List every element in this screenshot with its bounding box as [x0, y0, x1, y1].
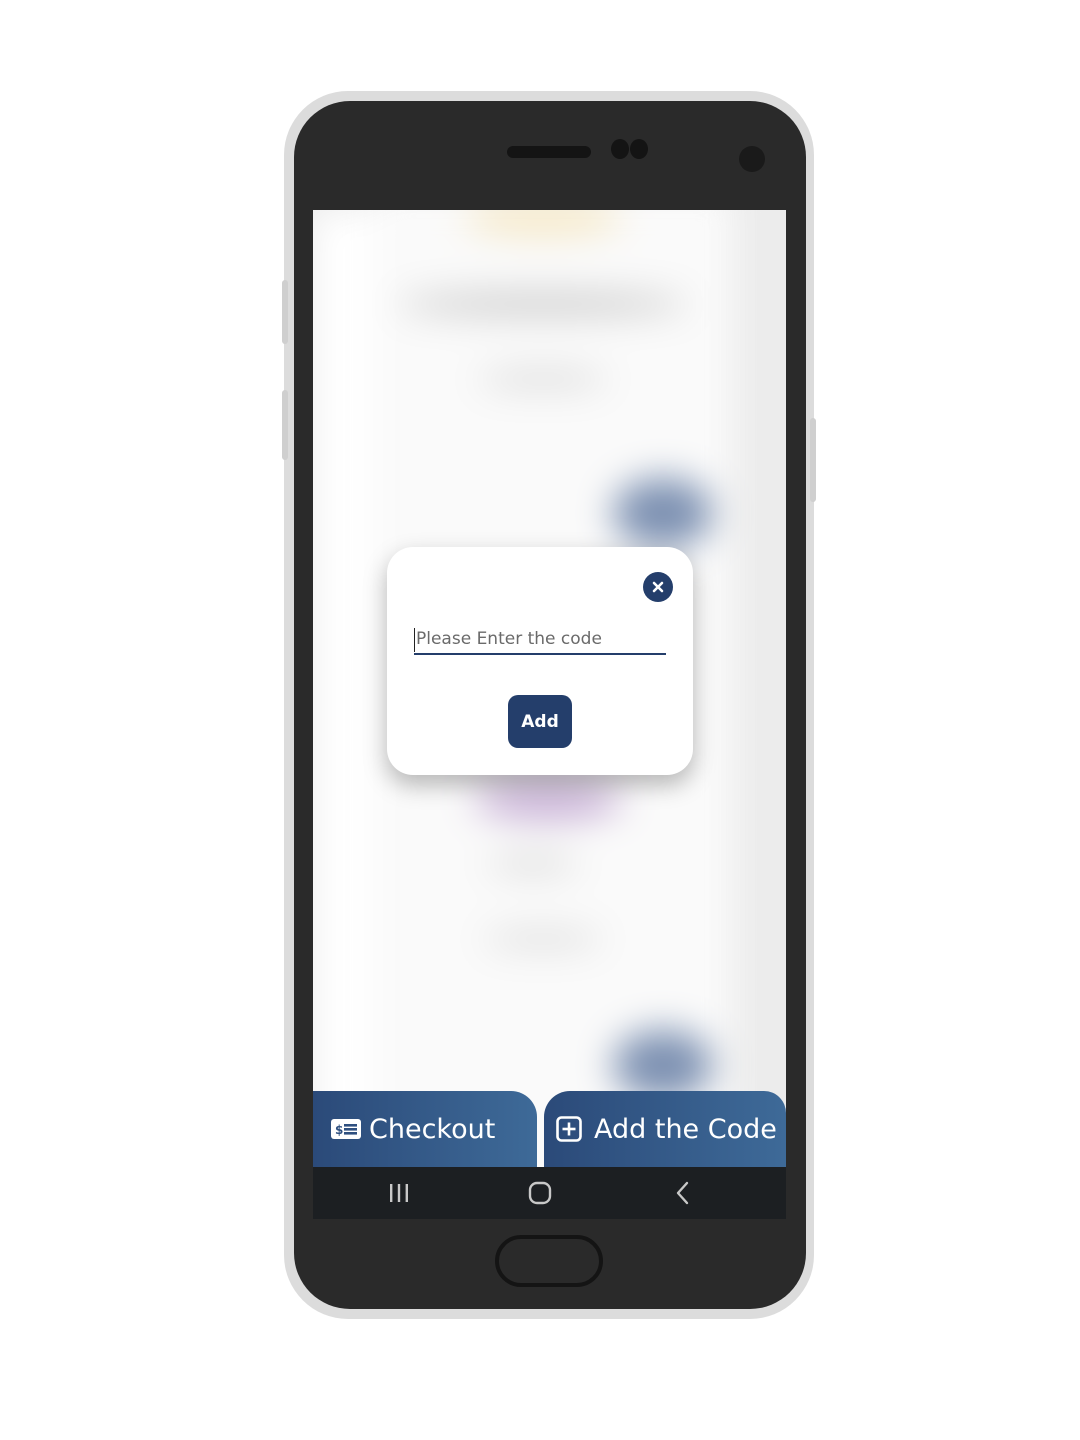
blurred-content	[483, 930, 603, 948]
blurred-content	[313, 210, 373, 1219]
blurred-content	[488, 855, 578, 873]
close-icon	[652, 581, 664, 593]
back-icon	[676, 1181, 689, 1205]
text-caret	[414, 628, 415, 652]
svg-text:$: $	[335, 1123, 343, 1137]
add-code-button[interactable]: Add the Code	[544, 1091, 786, 1167]
volume-button	[282, 280, 288, 344]
add-button[interactable]: Add	[508, 695, 572, 748]
blurred-content	[613, 478, 713, 548]
recent-apps-button[interactable]	[369, 1167, 429, 1219]
system-nav-bar	[313, 1167, 786, 1219]
front-camera	[739, 146, 765, 172]
add-code-dialog: Add	[387, 547, 693, 775]
front-sensor	[630, 139, 648, 159]
blurred-content	[478, 370, 608, 388]
home-nav-button[interactable]	[510, 1167, 570, 1219]
power-button	[810, 418, 816, 502]
blurred-content	[613, 1030, 713, 1100]
plus-square-icon	[556, 1116, 582, 1142]
front-sensor	[611, 139, 629, 159]
money-bill-icon: $	[331, 1119, 361, 1139]
earpiece-speaker	[507, 146, 591, 158]
blurred-content	[398, 292, 688, 316]
add-button-label: Add	[521, 711, 559, 732]
checkout-label: Checkout	[369, 1113, 496, 1145]
add-code-label: Add the Code	[594, 1113, 777, 1145]
volume-button	[282, 390, 288, 460]
bottom-action-bar: $ Checkout Add the Code	[313, 1091, 786, 1167]
close-button[interactable]	[643, 572, 673, 602]
code-input[interactable]	[414, 625, 666, 655]
hardware-home-button	[495, 1235, 603, 1287]
recent-apps-icon	[390, 1184, 408, 1202]
checkout-button[interactable]: $ Checkout	[313, 1091, 537, 1167]
home-icon	[528, 1181, 552, 1205]
blurred-content	[473, 780, 623, 820]
back-nav-button[interactable]	[653, 1167, 713, 1219]
